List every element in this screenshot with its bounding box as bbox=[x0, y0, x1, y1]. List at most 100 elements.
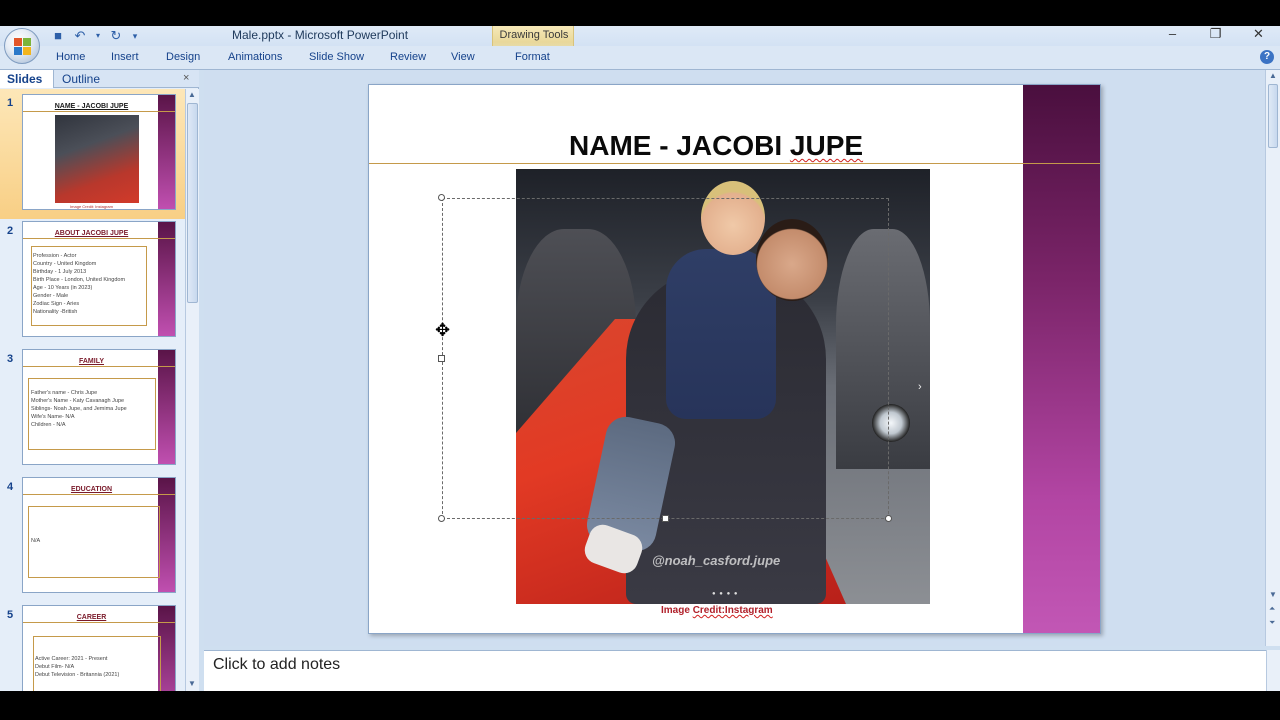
thumb-line: Siblings- Noah Jupe, and Jemima Jupe bbox=[31, 406, 127, 412]
slide-thumbnail-3[interactable]: 3 FAMILY Father's name - Chris Jupe Moth… bbox=[0, 345, 185, 473]
window-title: Male.pptx - Microsoft PowerPoint bbox=[232, 28, 409, 42]
tab-outline[interactable]: Outline bbox=[62, 72, 100, 86]
thumb-title: NAME - JACOBI JUPE bbox=[54, 103, 129, 110]
tab-review[interactable]: Review bbox=[390, 51, 426, 63]
resize-handle-middle-left[interactable] bbox=[438, 355, 445, 362]
slide-number: 5 bbox=[7, 609, 14, 621]
move-cursor-icon: ✥ bbox=[435, 320, 451, 340]
slide-editing-area: NAME - JACOBI JUPE @noah_casford.jupe ● … bbox=[204, 70, 1265, 646]
help-icon[interactable]: ? bbox=[1260, 50, 1274, 64]
notes-placeholder: Click to add notes bbox=[213, 656, 341, 673]
tab-design[interactable]: Design bbox=[166, 51, 200, 63]
title-divider bbox=[23, 622, 175, 623]
slide-preview: CAREER Active Career: 2021 - Present Deb… bbox=[22, 605, 176, 691]
slide-accent-band bbox=[1023, 85, 1100, 633]
accent-band bbox=[158, 222, 175, 336]
slide-number: 1 bbox=[7, 97, 14, 109]
next-slide-icon[interactable]: ⏷ bbox=[1269, 618, 1275, 628]
title-divider bbox=[23, 494, 175, 495]
scroll-down-icon[interactable]: ▼ bbox=[188, 679, 196, 688]
thumb-line: Profession - Actor bbox=[33, 253, 77, 259]
thumb-line: Age - 10 Years (in 2023) bbox=[33, 285, 93, 291]
slide-thumbnail-4[interactable]: 4 EDUCATION N/A bbox=[0, 473, 185, 601]
content-box bbox=[28, 506, 160, 578]
thumb-title: CAREER bbox=[76, 614, 107, 621]
customize-icon[interactable]: ▾ bbox=[130, 28, 140, 44]
thumb-line: Birth Place - London, United Kingdom bbox=[33, 277, 126, 283]
quick-access-toolbar: ■ ↶ ▾ ↻ ▾ bbox=[50, 27, 140, 45]
tab-view[interactable]: View bbox=[451, 51, 475, 63]
accent-band bbox=[158, 95, 175, 209]
thumb-photo bbox=[55, 115, 139, 203]
thumb-line: Gender - Male bbox=[33, 293, 69, 299]
thumb-line: Birthday - 1 July 2013 bbox=[33, 269, 87, 275]
slide-preview: NAME - JACOBI JUPE Image Credit: Instagr… bbox=[22, 94, 176, 210]
undo-dropdown-icon[interactable]: ▾ bbox=[94, 28, 102, 44]
resize-handle-bottom-middle[interactable] bbox=[662, 515, 669, 522]
slide-thumbnails: 1 NAME - JACOBI JUPE Image Credit: Insta… bbox=[0, 89, 185, 691]
photo-next-icon: › bbox=[918, 381, 922, 393]
tab-format[interactable]: Format bbox=[515, 51, 550, 63]
ribbon-tabs: Home Insert Design Animations Slide Show… bbox=[0, 46, 1280, 70]
restore-icon[interactable]: ❐ bbox=[1194, 26, 1237, 44]
notes-pane[interactable]: Click to add notes bbox=[204, 650, 1266, 691]
slides-pane-scrollbar[interactable]: ▲ ▼ bbox=[185, 89, 199, 691]
thumb-line: Nationality -British bbox=[33, 309, 78, 315]
slide-title-divider bbox=[369, 163, 1100, 164]
scrollbar-thumb[interactable] bbox=[187, 103, 198, 303]
tab-home[interactable]: Home bbox=[56, 51, 85, 63]
image-credit[interactable]: Image Credit:Instagram bbox=[661, 605, 773, 616]
scrollbar-thumb[interactable] bbox=[1268, 84, 1278, 148]
window-controls: – ❐ ✕ bbox=[1151, 26, 1280, 44]
thumb-line: Father's name - Chris Jupe bbox=[31, 390, 98, 396]
office-logo-icon bbox=[14, 38, 32, 56]
tab-animations[interactable]: Animations bbox=[228, 51, 282, 63]
scroll-up-icon[interactable]: ▲ bbox=[1269, 71, 1277, 80]
resize-handle-top-left[interactable] bbox=[438, 194, 445, 201]
drawing-tools-label: Drawing Tools bbox=[499, 29, 569, 41]
minimize-icon[interactable]: – bbox=[1151, 26, 1194, 44]
thumb-title: FAMILY bbox=[78, 358, 105, 365]
thumb-line: Wife's Name- N/A bbox=[31, 414, 75, 420]
title-divider bbox=[23, 366, 175, 367]
thumb-line: Country - United Kingdom bbox=[33, 261, 97, 267]
thumb-line: Active Career: 2021 - Present bbox=[35, 656, 108, 662]
slide-preview: ABOUT JACOBI JUPE Profession - Actor Cou… bbox=[22, 221, 176, 337]
close-pane-icon[interactable]: × bbox=[183, 72, 189, 84]
office-button[interactable] bbox=[4, 28, 40, 64]
selection-box[interactable] bbox=[442, 198, 889, 519]
slide-thumbnail-5[interactable]: 5 CAREER Active Career: 2021 - Present D… bbox=[0, 601, 185, 691]
accent-band bbox=[158, 478, 175, 592]
close-icon[interactable]: ✕ bbox=[1237, 26, 1280, 44]
thumb-caption: Image Credit: Instagram bbox=[70, 204, 113, 209]
slide-title-suffix: JUPE bbox=[789, 130, 864, 161]
thumb-line: Debut Television - Britannia (2021) bbox=[35, 672, 120, 678]
tab-slides[interactable]: Slides bbox=[0, 70, 54, 88]
slide-title-prefix: NAME - JACOBI bbox=[569, 130, 790, 161]
previous-slide-icon[interactable]: ⏶ bbox=[1269, 604, 1275, 614]
slide-preview: FAMILY Father's name - Chris Jupe Mother… bbox=[22, 349, 176, 465]
scroll-down-icon[interactable]: ▼ bbox=[1269, 590, 1277, 599]
slide-scrollbar[interactable]: ▲ ▼ ⏶ ⏷ bbox=[1265, 70, 1280, 646]
thumb-line: N/A bbox=[31, 538, 41, 544]
slide-title[interactable]: NAME - JACOBI JUPE bbox=[569, 130, 902, 162]
slide-number: 3 bbox=[7, 353, 14, 365]
accent-band bbox=[158, 350, 175, 464]
undo-icon[interactable]: ↶ bbox=[72, 28, 88, 44]
slide-number: 4 bbox=[7, 481, 14, 493]
save-icon[interactable]: ■ bbox=[50, 28, 66, 44]
screen-bottom-border bbox=[0, 691, 1280, 720]
resize-handle-bottom-left[interactable] bbox=[438, 515, 445, 522]
slide-thumbnail-2[interactable]: 2 ABOUT JACOBI JUPE Profession - Actor C… bbox=[0, 217, 185, 345]
tab-insert[interactable]: Insert bbox=[111, 51, 139, 63]
scroll-up-icon[interactable]: ▲ bbox=[188, 90, 196, 99]
tab-slide-show[interactable]: Slide Show bbox=[309, 51, 364, 63]
redo-icon[interactable]: ↻ bbox=[108, 28, 124, 44]
notes-scrollbar[interactable] bbox=[1266, 650, 1280, 691]
slide-thumbnail-1[interactable]: 1 NAME - JACOBI JUPE Image Credit: Insta… bbox=[0, 89, 185, 219]
current-slide[interactable]: NAME - JACOBI JUPE @noah_casford.jupe ● … bbox=[368, 84, 1101, 634]
resize-handle-bottom-right[interactable] bbox=[885, 515, 892, 522]
thumb-line: Debut Film- N/A bbox=[35, 664, 75, 670]
thumb-line: Children - N/A bbox=[31, 422, 66, 428]
photo-watermark: @noah_casford.jupe bbox=[652, 553, 781, 568]
